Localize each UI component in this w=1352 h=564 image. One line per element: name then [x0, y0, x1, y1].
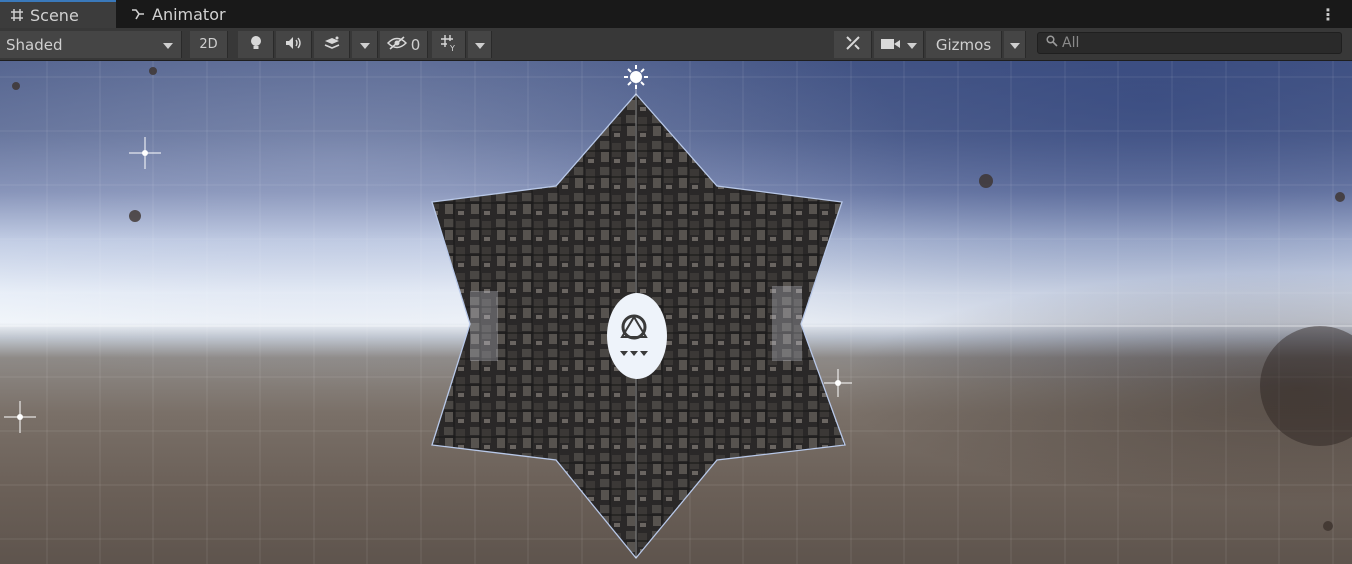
- tab-label: Animator: [152, 4, 226, 24]
- search-icon: [1046, 35, 1058, 51]
- effects-dropdown-button[interactable]: [352, 31, 378, 58]
- scene-visibility-button[interactable]: 0: [380, 31, 428, 58]
- layers-icon: [323, 36, 341, 54]
- chevron-down-icon: [906, 36, 917, 54]
- chevron-down-icon: [163, 36, 173, 54]
- scene-grid: [0, 61, 1352, 564]
- chevron-down-icon: [359, 36, 370, 54]
- chevron-down-icon: [474, 36, 485, 54]
- gizmos-label: Gizmos: [935, 35, 992, 54]
- speaker-icon: [285, 36, 303, 54]
- more-options-icon[interactable]: ⋮: [1320, 5, 1336, 24]
- grid-hash-icon: [10, 8, 24, 22]
- gizmos-button[interactable]: Gizmos: [926, 31, 1002, 58]
- svg-text:Y: Y: [449, 44, 455, 52]
- draw-mode-label: Shaded: [6, 35, 63, 54]
- wrench-icon: [844, 34, 862, 56]
- chevron-down-icon: [1009, 36, 1020, 54]
- scene-search-field[interactable]: All: [1037, 32, 1342, 54]
- lightbulb-icon: [249, 35, 263, 55]
- grid-dropdown-button[interactable]: [468, 31, 492, 58]
- scene-toolbar: Shaded 2D 0 Y Gizmos All: [0, 28, 1352, 61]
- tools-button[interactable]: [834, 31, 872, 58]
- tab-animator[interactable]: Animator: [130, 0, 226, 28]
- gizmos-dropdown-button[interactable]: [1004, 31, 1026, 58]
- window-tab-bar: Scene Animator ⋮: [0, 0, 1352, 28]
- toggle-2d-button[interactable]: 2D: [190, 31, 228, 58]
- tab-scene[interactable]: Scene: [0, 0, 116, 28]
- hidden-count: 0: [410, 35, 421, 54]
- toggle-2d-label: 2D: [199, 37, 218, 52]
- effects-toggle-button[interactable]: [314, 31, 350, 58]
- camera-icon: [880, 36, 901, 54]
- eye-slash-icon: [386, 35, 407, 54]
- search-placeholder: All: [1062, 35, 1080, 51]
- camera-settings-button[interactable]: [874, 31, 924, 58]
- directional-light-gizmo: [624, 65, 648, 89]
- grid-axis-icon: Y: [440, 34, 458, 56]
- scene-viewport[interactable]: [0, 61, 1352, 564]
- animator-icon: [130, 7, 146, 21]
- audio-toggle-button[interactable]: [276, 31, 312, 58]
- tab-label: Scene: [30, 5, 79, 25]
- draw-mode-dropdown[interactable]: Shaded: [0, 31, 182, 58]
- grid-toggle-button[interactable]: Y: [432, 31, 466, 58]
- lighting-toggle-button[interactable]: [238, 31, 274, 58]
